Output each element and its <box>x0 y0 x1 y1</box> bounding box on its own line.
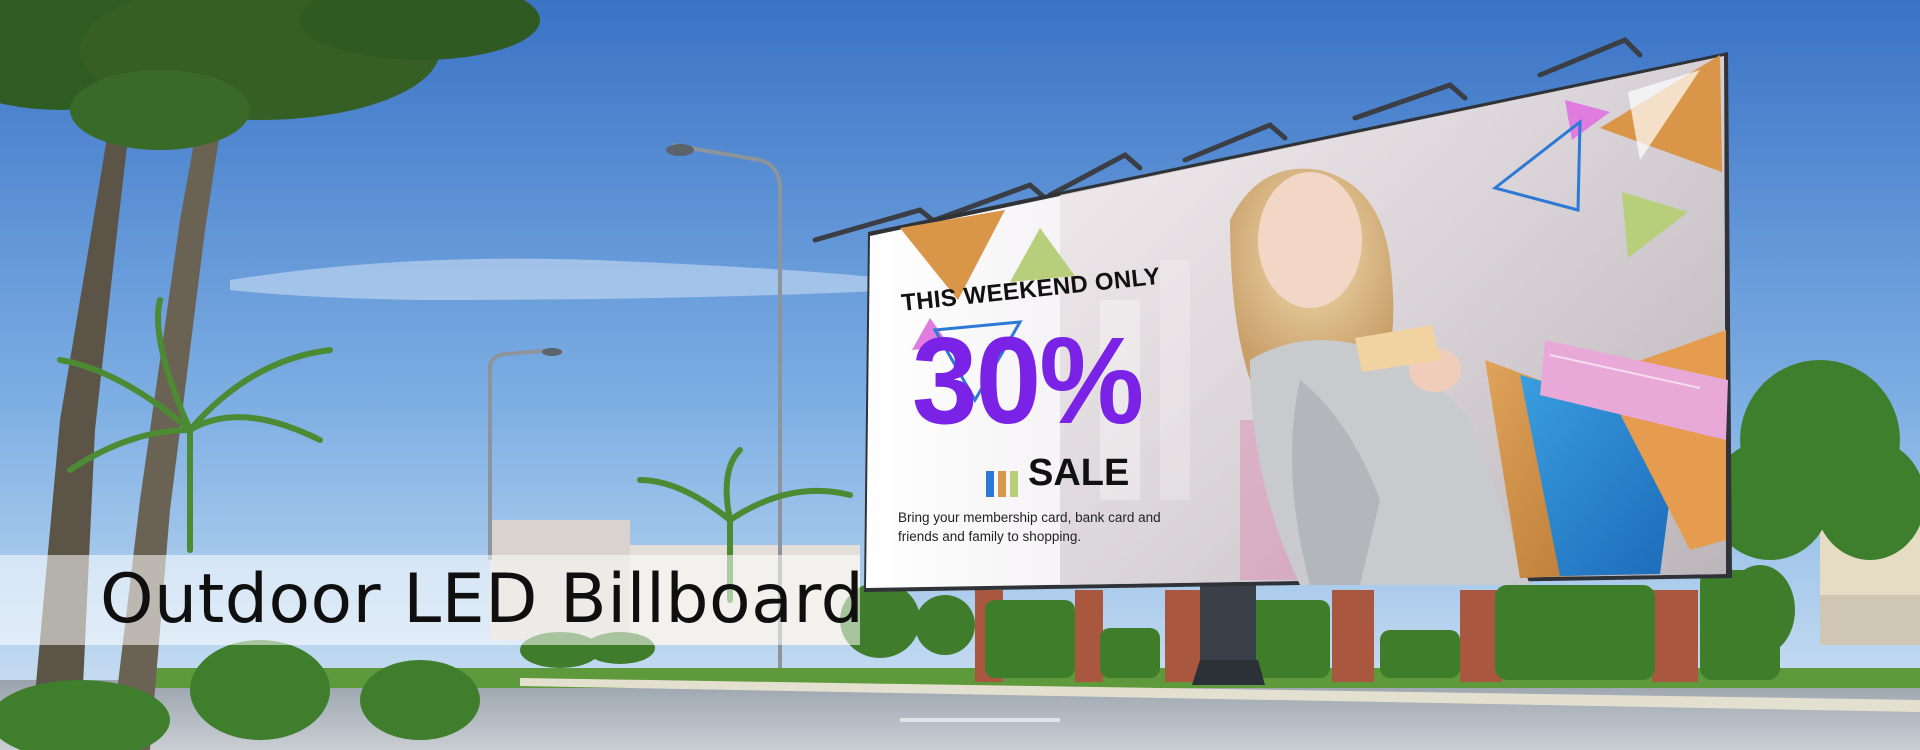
billboard-sale-label: SALE <box>1028 452 1130 494</box>
road-line <box>900 718 1060 722</box>
wall <box>1820 595 1920 645</box>
billboard-discount: 30% <box>912 311 1144 451</box>
bars-icon <box>986 471 1018 497</box>
billboard-body-text: Bring your membership card, bank card an… <box>898 510 1161 544</box>
caption-title: Outdoor LED Billboard <box>100 560 865 639</box>
